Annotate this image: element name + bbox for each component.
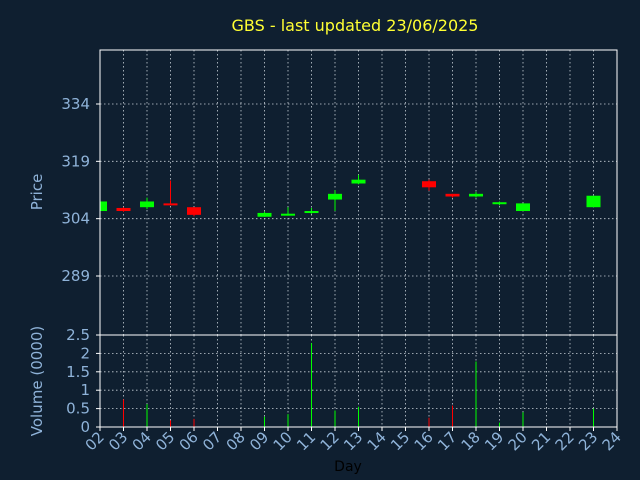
x-tick-label: 16	[411, 428, 437, 454]
x-tick-label: 15	[387, 428, 413, 454]
x-tick-label: 06	[176, 428, 202, 454]
x-tick-label: 22	[552, 428, 578, 454]
x-tick-label: 13	[340, 428, 366, 454]
candle-body	[187, 207, 201, 215]
volume-panel: 00.511.522.5	[66, 326, 618, 436]
price-axis-label: Price	[28, 174, 46, 211]
candle-body	[492, 202, 507, 205]
price-tick-label: 289	[61, 267, 90, 285]
x-tick-label: 23	[575, 428, 601, 454]
x-tick-label: 21	[528, 428, 554, 454]
x-tick-label: 10	[270, 428, 296, 454]
candle-body	[328, 193, 342, 200]
x-tick-label: 14	[364, 428, 390, 454]
x-tick-label: 17	[434, 428, 460, 454]
x-tick-label: 19	[481, 428, 507, 454]
volume-axis-label: Volume (0000)	[28, 326, 46, 436]
volume-tick-label: 2.5	[66, 326, 90, 344]
x-tick-label: 03	[105, 428, 131, 454]
candle-body	[351, 179, 366, 184]
price-tick-label: 319	[61, 152, 90, 170]
candle-body	[516, 203, 530, 212]
x-tick-label: 20	[505, 428, 531, 454]
x-axis-label: Day	[334, 459, 362, 475]
x-tick-label: 24	[599, 428, 625, 454]
volume-tick-label: 1	[80, 381, 90, 399]
candle-body	[304, 211, 319, 214]
candle-body	[140, 201, 154, 208]
x-tick-label: 04	[129, 428, 155, 454]
price-panel: 289 304 319 334	[61, 49, 618, 336]
candle-body	[469, 193, 483, 197]
chart-stage: GBS - last updated 23/06/2025 Price Volu…	[0, 0, 640, 480]
candle-body	[163, 203, 178, 206]
x-tick-label: 11	[293, 428, 319, 454]
candle-body	[422, 181, 436, 188]
x-tick-label: 12	[317, 428, 343, 454]
candle-body	[100, 201, 107, 212]
chart-title: GBS - last updated 23/06/2025	[232, 16, 479, 35]
x-tick-label: 07	[199, 428, 225, 454]
volume-tick-label: 1.5	[66, 363, 90, 381]
candle-body	[281, 213, 295, 216]
price-tick-label: 304	[61, 210, 90, 228]
candle-body	[116, 207, 131, 212]
x-tick-label: 05	[152, 428, 178, 454]
x-tick-label: 08	[223, 428, 249, 454]
x-tick-label: 18	[458, 428, 484, 454]
x-tick-labels: 0203040506070809101112131415161718192021…	[82, 427, 625, 454]
stock-chart: GBS - last updated 23/06/2025 Price Volu…	[28, 16, 625, 475]
volume-tick-label: 2	[80, 344, 90, 362]
price-tick-label: 334	[61, 95, 90, 113]
x-tick-label: 09	[246, 428, 272, 454]
volume-tick-label: 0.5	[66, 400, 90, 418]
candle-body	[586, 195, 601, 208]
candle-body	[257, 212, 272, 217]
candle-body	[445, 193, 460, 197]
price-panel-frame	[99, 49, 618, 336]
